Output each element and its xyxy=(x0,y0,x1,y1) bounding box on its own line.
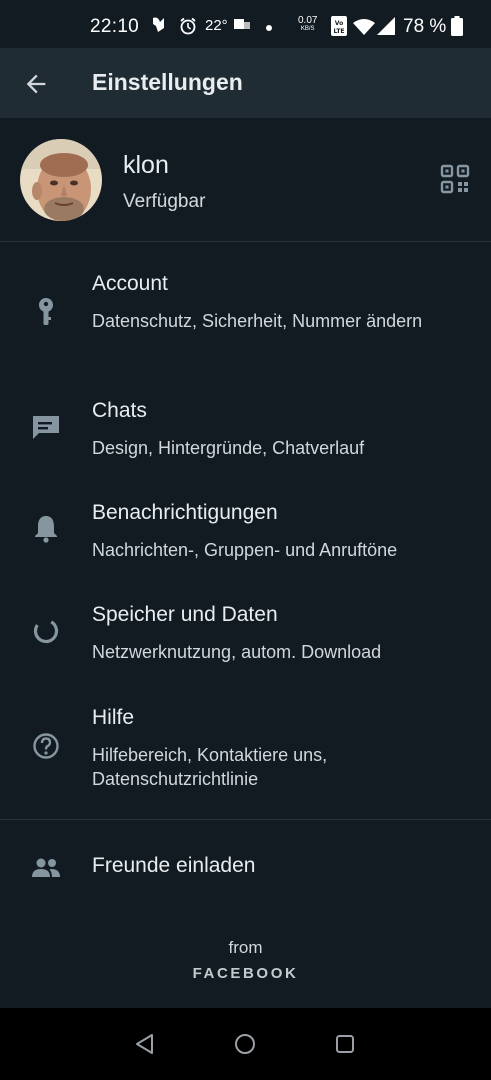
temperature: 22° xyxy=(205,17,228,34)
avatar-image xyxy=(20,139,102,221)
profile-name: klon xyxy=(123,151,169,179)
battery-percentage: 78 % xyxy=(403,16,447,37)
from-label: from xyxy=(228,938,263,957)
cellular-signal-icon xyxy=(377,17,395,35)
battery-icon xyxy=(451,16,463,36)
back-nav-icon[interactable] xyxy=(133,1032,157,1056)
chat-icon xyxy=(33,416,59,439)
home-nav-icon[interactable] xyxy=(233,1032,257,1056)
avatar[interactable] xyxy=(20,139,102,221)
facebook-brand: FACEBOOK xyxy=(192,965,299,982)
menu-item-notifications[interactable]: Benachrichtigungen Nachrichten-, Gruppen… xyxy=(0,501,491,561)
menu-item-help[interactable]: Hilfe Hilfebereich, Kontaktiere uns, Dat… xyxy=(0,706,491,794)
page-title: Einstellungen xyxy=(92,69,243,95)
divider xyxy=(0,819,491,820)
net-speed-unit: KB/S xyxy=(300,26,315,32)
invite-label: Freunde einladen xyxy=(92,854,256,877)
wifi-icon xyxy=(353,19,375,35)
alarm-icon xyxy=(180,17,196,35)
menu-item-storage[interactable]: Speicher und Daten Netzwerknutzung, auto… xyxy=(0,603,491,663)
menu-item-account[interactable]: Account Datenschutz, Sicherheit, Nummer … xyxy=(0,272,491,360)
menu-item-subtitle: Netzwerknutzung, autom. Download xyxy=(92,642,382,662)
menu-item-subtitle: Design, Hintergründe, Chatverlauf xyxy=(92,438,365,458)
back-arrow-icon[interactable] xyxy=(22,70,50,98)
data-usage-icon xyxy=(33,618,59,644)
people-icon xyxy=(32,858,60,877)
menu-item-label: Hilfe xyxy=(92,706,135,729)
menu-item-subtitle: Datenschutz, Sicherheit, Nummer ändern xyxy=(92,311,423,331)
profile-row[interactable]: klon Verfügbar xyxy=(0,118,491,240)
menu-item-label: Account xyxy=(92,272,168,295)
menu-item-label: Chats xyxy=(92,399,147,422)
invite-friends-item[interactable]: Freunde einladen xyxy=(0,854,491,886)
notification-icon xyxy=(153,17,164,32)
qr-code-icon[interactable] xyxy=(440,164,470,194)
menu-item-subtitle: Hilfebereich, Kontaktiere uns, Datenschu… xyxy=(92,745,328,789)
key-icon xyxy=(39,298,53,325)
status-bar: 22:10 22° 0.07 KB/S Vo LTE 78 % xyxy=(0,0,491,48)
app-bar: Einstellungen xyxy=(0,48,491,118)
menu-item-label: Speicher und Daten xyxy=(92,603,278,626)
dot-icon xyxy=(266,25,272,31)
profile-status: Verfügbar xyxy=(123,191,206,212)
system-navigation-bar xyxy=(0,1008,491,1080)
help-icon xyxy=(33,733,59,759)
menu-item-chats[interactable]: Chats Design, Hintergründe, Chatverlauf xyxy=(0,399,491,459)
divider xyxy=(0,241,491,242)
bell-icon xyxy=(35,516,57,543)
recents-nav-icon[interactable] xyxy=(333,1032,357,1056)
weather-icon xyxy=(234,19,250,29)
clock: 22:10 xyxy=(90,16,140,37)
menu-item-subtitle: Nachrichten-, Gruppen- und Anruftöne xyxy=(92,540,398,560)
menu-item-label: Benachrichtigungen xyxy=(92,501,278,524)
svg-text:LTE: LTE xyxy=(333,28,344,35)
volte-icon: VoLTE xyxy=(331,16,347,36)
network-speed: 0.07 KB/S xyxy=(298,16,317,34)
svg-text:Vo: Vo xyxy=(335,20,343,27)
